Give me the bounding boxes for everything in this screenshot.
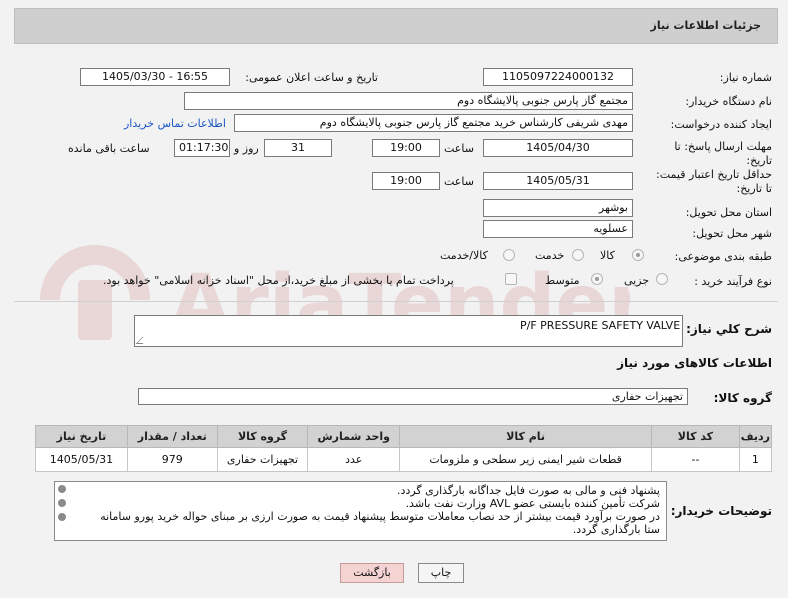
cell-unit: عدد bbox=[307, 447, 401, 472]
cell-name: قطعات شیر ایمنی زیر سطحی و ملزومات bbox=[399, 447, 653, 472]
reply-remaining-field[interactable]: 01:17:30 bbox=[174, 139, 230, 157]
process-minor-radio[interactable] bbox=[656, 273, 668, 285]
reply-remaining-label: ساعت باقی مانده bbox=[68, 142, 150, 155]
panel-title: جزئیات اطلاعات نیاز bbox=[650, 19, 762, 32]
category-label: طبقه بندی موضوعی: bbox=[674, 250, 772, 263]
category-service-radio[interactable] bbox=[572, 249, 584, 261]
table-header-row: ردیف کد کالا نام کالا واحد شمارش گروه کا… bbox=[35, 425, 773, 448]
treasury-payment-checkbox[interactable] bbox=[505, 273, 517, 285]
process-medium-radio[interactable] bbox=[591, 273, 603, 285]
cell-quantity: 979 bbox=[126, 447, 218, 472]
reply-deadline-label: مهلت ارسال پاسخ: تا bbox=[674, 140, 772, 153]
buyer-notes-line: پشنهاد فنی و مالی به صورت فایل جداگانه ب… bbox=[397, 484, 660, 497]
table-row[interactable]: 1 -- قطعات شیر ایمنی زیر سطحی و ملزومات … bbox=[35, 447, 773, 472]
scroll-down-dot[interactable] bbox=[58, 513, 66, 521]
buyer-label: نام دستگاه خریدار: bbox=[685, 95, 772, 108]
reply-days-field[interactable]: 31 bbox=[264, 139, 332, 157]
process-minor-label: جزیی bbox=[624, 274, 650, 287]
cell-group: تجهیزات حفاری bbox=[216, 447, 309, 472]
province-label: استان محل تحویل: bbox=[685, 206, 772, 219]
cell-code: -- bbox=[651, 447, 740, 472]
price-validity-time-label: ساعت bbox=[444, 175, 474, 188]
announce-label: تاریخ و ساعت اعلان عمومی: bbox=[245, 71, 378, 84]
price-validity-label-date: تا تاریخ: bbox=[736, 182, 772, 195]
scroll-thumb-dot[interactable] bbox=[58, 499, 66, 507]
col-date: تاریخ نیاز bbox=[35, 425, 128, 448]
price-validity-date-field[interactable]: 1405/05/31 bbox=[483, 172, 633, 190]
reply-deadline-label-date: تاریخ: bbox=[746, 154, 772, 167]
description-field[interactable]: P/F PRESSURE SAFETY VALVE bbox=[134, 315, 683, 347]
goods-group-field[interactable]: تجهیزات حفاری bbox=[138, 388, 688, 405]
category-both-radio[interactable] bbox=[503, 249, 515, 261]
buyer-notes-field[interactable]: پشنهاد فنی و مالی به صورت فایل جداگانه ب… bbox=[54, 481, 667, 541]
back-button[interactable]: بازگشت bbox=[340, 563, 404, 583]
buyer-notes-line: شرکت تأمین کننده بایستی عضو AVL وزارت نف… bbox=[405, 497, 660, 510]
need-number-field[interactable]: 1105097224000132 bbox=[483, 68, 633, 86]
buyer-contact-link[interactable]: اطلاعات تماس خریدار bbox=[124, 117, 226, 130]
category-goods-label: کالا bbox=[600, 249, 615, 262]
col-unit: واحد شمارش bbox=[307, 425, 401, 448]
items-table: ردیف کد کالا نام کالا واحد شمارش گروه کا… bbox=[35, 425, 773, 472]
city-field[interactable]: عسلویه bbox=[483, 220, 633, 238]
col-row: ردیف bbox=[738, 425, 773, 448]
col-name: نام کالا bbox=[399, 425, 653, 448]
price-validity-label: حداقل تاریخ اعتبار قیمت: bbox=[656, 168, 772, 181]
description-label: شرح کلي نياز: bbox=[686, 322, 772, 336]
reply-time-label: ساعت bbox=[444, 142, 474, 155]
need-number-label: شماره نیاز: bbox=[719, 71, 772, 84]
buyer-notes-line: ستا بارگذاری گردد. bbox=[572, 523, 660, 536]
goods-group-label: گروه کالا: bbox=[713, 391, 772, 405]
reply-days-label: روز و bbox=[234, 142, 259, 155]
announce-field[interactable]: 1405/03/30 - 16:55 bbox=[80, 68, 230, 86]
process-medium-label: متوسط bbox=[545, 274, 580, 287]
col-group: گروه کالا bbox=[216, 425, 309, 448]
buyer-field[interactable]: مجتمع گاز پارس جنوبی پالایشگاه دوم bbox=[184, 92, 633, 110]
col-quantity: تعداد / مقدار bbox=[126, 425, 218, 448]
buyer-notes-label: توضیحات خریدار: bbox=[670, 504, 772, 518]
reply-time-field[interactable]: 19:00 bbox=[372, 139, 440, 157]
buyer-notes-line: در صورت برآورد قیمت بیشتر از حد نصاب معا… bbox=[100, 510, 660, 523]
cell-date: 1405/05/31 bbox=[35, 447, 128, 472]
province-field[interactable]: بوشهر bbox=[483, 199, 633, 217]
divider bbox=[14, 301, 778, 302]
requester-field[interactable]: مهدی شریفی کارشناس خرید مجتمع گاز پارس ج… bbox=[234, 114, 633, 132]
category-service-label: خدمت bbox=[535, 249, 565, 262]
treasury-payment-note: پرداخت تمام یا بخشی از مبلغ خرید،از محل … bbox=[103, 274, 454, 287]
scroll-up-dot[interactable] bbox=[58, 485, 66, 493]
price-validity-time-field[interactable]: 19:00 bbox=[372, 172, 440, 190]
category-both-label: کالا/خدمت bbox=[440, 249, 488, 262]
city-label: شهر محل تحویل: bbox=[692, 227, 772, 240]
reply-date-field[interactable]: 1405/04/30 bbox=[483, 139, 633, 157]
category-goods-radio[interactable] bbox=[632, 249, 644, 261]
requester-label: ایجاد کننده درخواست: bbox=[670, 118, 772, 131]
print-button[interactable]: چاپ bbox=[418, 563, 464, 583]
process-label: نوع فرآیند خرید : bbox=[694, 275, 772, 288]
header-panel: جزئیات اطلاعات نیاز bbox=[14, 8, 778, 44]
cell-row: 1 bbox=[738, 447, 773, 472]
goods-section-title: اطلاعات کالاهای مورد نیاز bbox=[617, 356, 772, 370]
col-code: کد کالا bbox=[651, 425, 740, 448]
